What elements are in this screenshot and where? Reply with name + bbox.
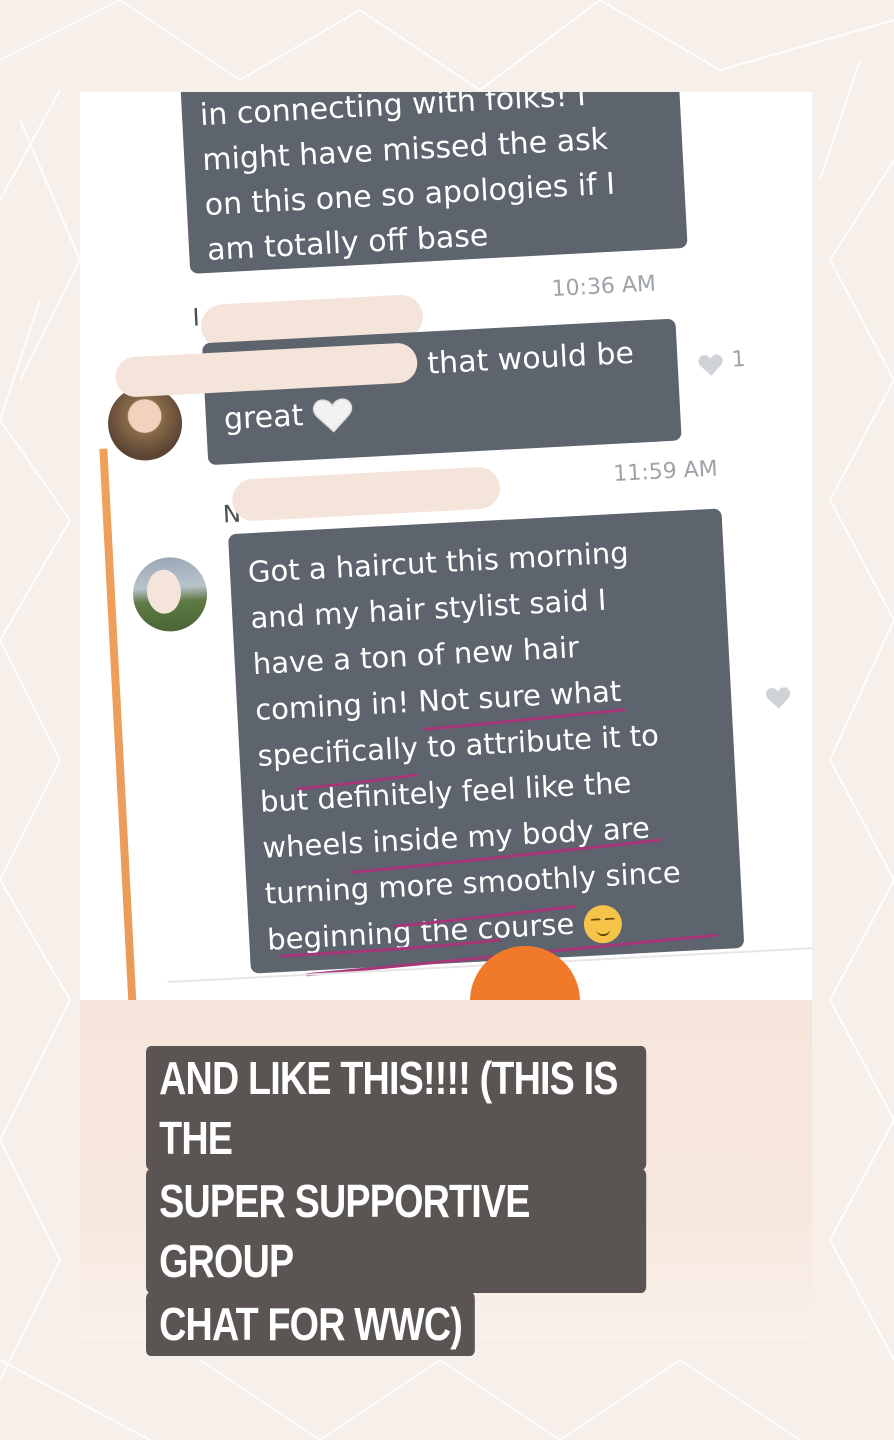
heart-icon[interactable] [765,685,792,710]
message-bubble-1: in connecting with folks! I might have m… [180,92,688,274]
message-bubble-2: that would be great [201,318,682,466]
caption-line: CHAT FOR WWC) [146,1292,476,1356]
chat-thread: in connecting with folks! I might have m… [81,92,812,1118]
message-timestamp: 11:59 AM [612,456,719,487]
caption-line: AND LIKE THIS!!!! (THIS IS THE [146,1046,647,1170]
like-count: 1 [730,346,747,373]
caption-line: SUPER SUPPORTIVE GROUP [146,1169,647,1293]
sender-name: I [191,303,201,332]
message-text: great [223,398,305,438]
redaction-mark [231,465,501,522]
story-caption: AND LIKE THIS!!!! (THIS IS THE SUPER SUP… [146,1046,647,1356]
white-heart-icon [312,397,352,433]
heart-icon[interactable] [697,352,724,377]
marker-underline [279,938,501,958]
message-timestamp: 10:36 AM [550,271,657,302]
